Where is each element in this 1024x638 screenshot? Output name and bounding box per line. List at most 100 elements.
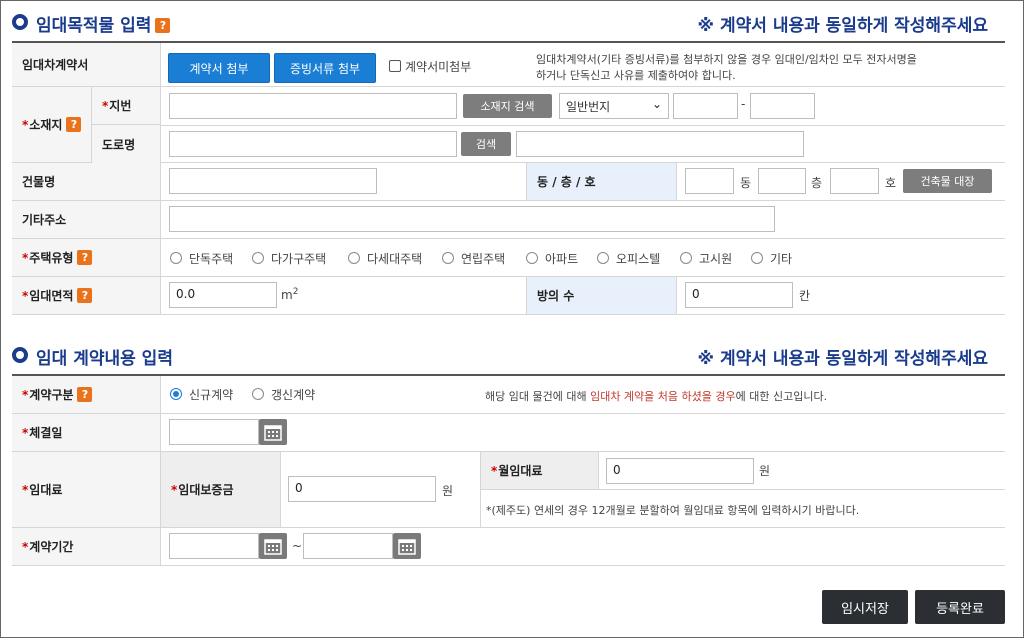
lot-label: * 지번 — [92, 87, 161, 125]
radio-house-row-house[interactable] — [442, 252, 454, 264]
area-unit: m2 — [281, 287, 299, 302]
house-type-row: * 주택유형? 단독주택 다가구주택 다세대주택 연립주택 아파트 오피스텔 고시… — [12, 239, 1005, 277]
building-label: 건물명 — [12, 163, 161, 200]
help-icon[interactable]: ? — [155, 18, 171, 33]
rent-label: * 임대료 — [12, 452, 161, 527]
help-icon[interactable]: ? — [77, 387, 93, 402]
house-type-option: 기타 — [770, 252, 793, 266]
radio-new-contract[interactable] — [170, 388, 182, 400]
help-icon[interactable]: ? — [77, 250, 93, 265]
section-title: 임대목적물 입력? — [36, 11, 171, 36]
other-address-row: 기타주소 — [12, 201, 1005, 239]
section-header-contract: 임대 계약내용 입력 ※ 계약서 내용과 동일하게 작성해주세요 — [12, 343, 1006, 369]
deposit-label: * 임대보증금 — [161, 452, 281, 527]
contract-label: 임대차계약서 — [12, 43, 161, 86]
period-end-input[interactable] — [303, 533, 393, 559]
attach-contract-button[interactable]: 계약서 첨부 — [168, 53, 270, 83]
contract-type-row: * 계약구분? 신규계약 갱신계약 해당 임대 물건에 대해 임대차 계약을 처음… — [12, 376, 1005, 414]
radio-house-other[interactable] — [751, 252, 763, 264]
contract-note-line1: 임대차계약서(기타 증빙서류)를 첨부하지 않을 경우 임대인/임차인 모두 전… — [536, 53, 917, 66]
building-ledger-button[interactable]: 건축물 대장 — [903, 169, 992, 193]
rooms-label: 방의 수 — [526, 277, 677, 314]
section-notice: ※ 계약서 내용과 동일하게 작성해주세요 — [697, 349, 988, 369]
rooms-input[interactable]: 0 — [685, 282, 793, 308]
signed-date-label: * 체결일 — [12, 414, 161, 451]
section-header-property: 임대목적물 입력? ※ 계약서 내용과 동일하게 작성해주세요 — [12, 10, 1006, 36]
deposit-input[interactable]: 0 — [288, 476, 436, 502]
lot-dash: - — [741, 97, 746, 111]
road-search-button[interactable]: 검색 — [461, 132, 511, 156]
lot-sub-number-input[interactable] — [750, 93, 815, 119]
signed-date-row: * 체결일 — [12, 414, 1005, 452]
floor-input[interactable] — [758, 168, 806, 194]
rooms-unit: 칸 — [799, 289, 811, 303]
ho-unit: 호 — [885, 176, 897, 190]
contract-type-label: * 계약구분? — [12, 376, 161, 413]
period-start-input[interactable] — [169, 533, 259, 559]
jeju-rent-note: *(제주도) 연세의 경우 12개월로 분할하여 월임대료 항목에 입력하시기 … — [486, 504, 860, 517]
house-type-label: * 주택유형? — [12, 239, 161, 276]
contract-period-row: * 계약기간 ~ — [12, 528, 1005, 566]
radio-renewal-contract[interactable] — [252, 388, 264, 400]
no-contract-checkbox[interactable] — [389, 60, 401, 72]
road-address-input[interactable] — [169, 131, 457, 157]
house-type-option: 다세대주택 — [367, 252, 423, 266]
signed-date-input[interactable] — [169, 419, 259, 445]
other-address-input[interactable] — [169, 206, 775, 232]
dong-input[interactable] — [685, 168, 734, 194]
other-address-label: 기타주소 — [12, 201, 161, 238]
contract-type-option: 갱신계약 — [271, 388, 316, 402]
calendar-icon[interactable] — [393, 533, 421, 559]
lot-type-select[interactable]: 일반번지 ⌄ — [559, 93, 669, 119]
monthly-rent-label: * 월임대료 — [480, 452, 599, 490]
help-icon[interactable]: ? — [77, 288, 93, 303]
house-type-option: 단독주택 — [189, 252, 234, 266]
circle-bullet-icon — [12, 347, 28, 363]
attach-evidence-button[interactable]: 증빙서류 첨부 — [274, 53, 376, 83]
location-label: * 소재지? — [12, 87, 92, 162]
help-icon[interactable]: ? — [66, 117, 82, 132]
radio-house-gosiwon[interactable] — [680, 252, 692, 264]
area-row: * 임대면적? 0.0 m2 방의 수 0 칸 — [12, 277, 1005, 315]
calendar-icon[interactable] — [259, 419, 287, 445]
property-table: 임대차계약서 계약서 첨부 증빙서류 첨부 계약서미첨부 임대차계약서(기타 증… — [12, 41, 1005, 315]
divider — [599, 489, 1005, 490]
house-type-option: 다가구주택 — [271, 252, 327, 266]
house-type-option: 아파트 — [545, 252, 579, 266]
house-type-option: 오피스텔 — [616, 252, 661, 266]
radio-house-officetel[interactable] — [597, 252, 609, 264]
road-detail-input[interactable] — [516, 131, 804, 157]
circle-bullet-icon — [12, 14, 28, 30]
monthly-rent-unit: 원 — [759, 464, 771, 478]
contract-type-option: 신규계약 — [189, 388, 234, 402]
radio-house-multi-household[interactable] — [348, 252, 360, 264]
area-input[interactable]: 0.0 — [169, 282, 277, 308]
contract-note-line2: 하거나 단독신고 사유를 제출하여야 합니다. — [536, 69, 736, 82]
road-label: 도로명 — [92, 125, 161, 163]
period-tilde: ~ — [292, 539, 303, 553]
temp-save-button[interactable]: 임시저장 — [822, 590, 908, 624]
dong-floor-ho-label: 동 / 층 / 호 — [526, 163, 677, 200]
house-type-option: 연립주택 — [461, 252, 506, 266]
contract-type-description: 해당 임대 물건에 대해 임대차 계약을 처음 하셨을 경우에 대한 신고입니다… — [485, 390, 828, 403]
area-label: * 임대면적? — [12, 277, 161, 314]
radio-house-multi-family[interactable] — [252, 252, 264, 264]
dong-unit: 동 — [740, 176, 752, 190]
register-complete-button[interactable]: 등록완료 — [915, 590, 1005, 624]
radio-house-apartment[interactable] — [526, 252, 538, 264]
calendar-icon[interactable] — [259, 533, 287, 559]
divider — [161, 125, 1005, 126]
monthly-rent-input[interactable]: 0 — [606, 458, 754, 484]
section-title: 임대 계약내용 입력 — [36, 349, 173, 369]
floor-unit: 층 — [811, 176, 823, 190]
address-search-button[interactable]: 소재지 검색 — [463, 94, 552, 118]
building-name-input[interactable] — [169, 168, 377, 194]
lot-address-input[interactable] — [169, 93, 457, 119]
section-notice: ※ 계약서 내용과 동일하게 작성해주세요 — [697, 16, 988, 36]
ho-input[interactable] — [830, 168, 879, 194]
radio-house-detached[interactable] — [170, 252, 182, 264]
contract-table: * 계약구분? 신규계약 갱신계약 해당 임대 물건에 대해 임대차 계약을 처음… — [12, 374, 1005, 566]
lot-main-number-input[interactable] — [673, 93, 738, 119]
contract-period-label: * 계약기간 — [12, 528, 161, 565]
location-row: * 소재지? * 지번 도로명 소재지 검색 일반번지 ⌄ - 검색 — [12, 87, 1005, 163]
